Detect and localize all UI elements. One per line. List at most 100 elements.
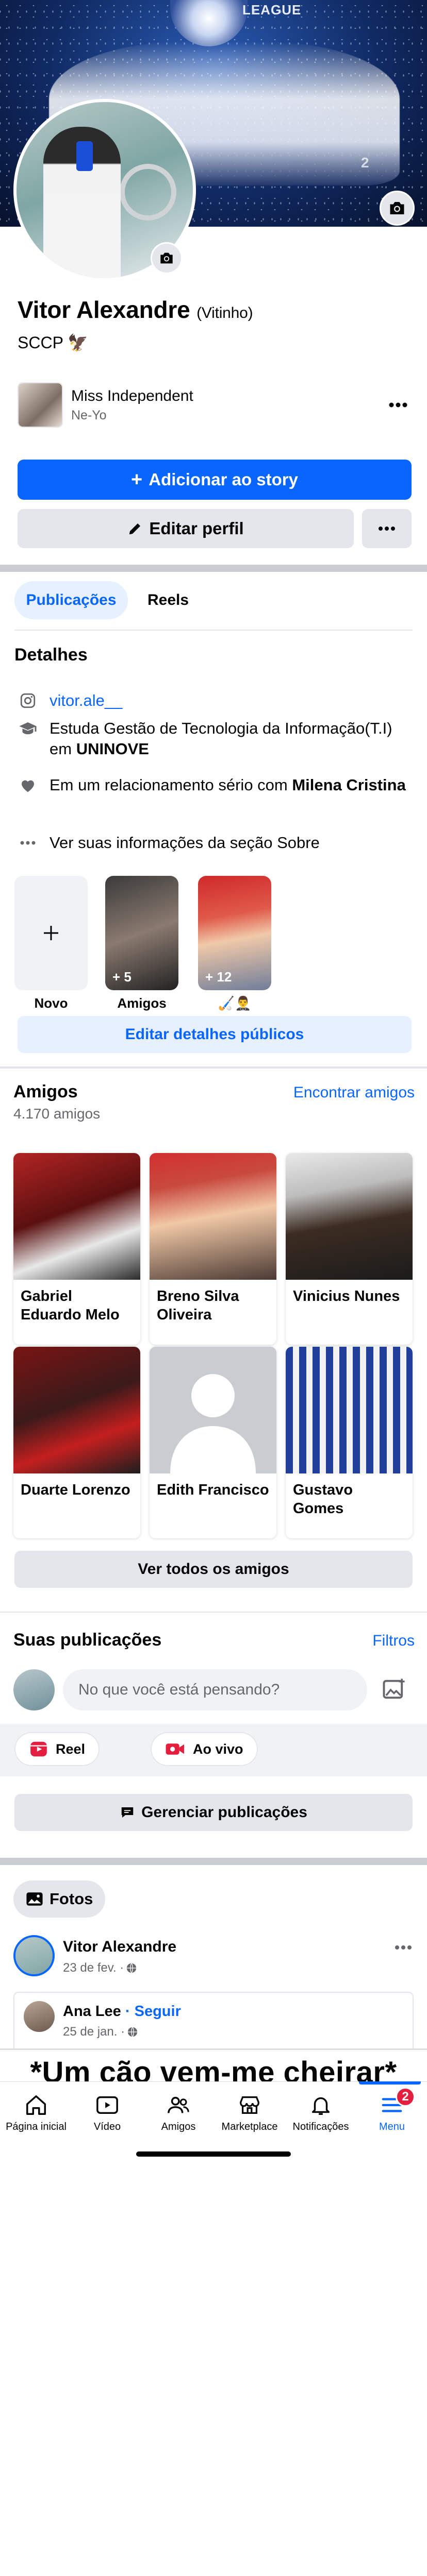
- add-story-label: Adicionar ao story: [149, 470, 298, 489]
- manage-posts-label: Gerenciar publicações: [141, 1804, 307, 1821]
- tab-menu[interactable]: 2 Menu: [356, 2087, 427, 2133]
- manage-posts-button[interactable]: Gerenciar publicações: [14, 1794, 413, 1831]
- details-heading: Detalhes: [14, 645, 88, 665]
- friend-name: Vinicius Nunes: [293, 1288, 400, 1304]
- shared-author-avatar[interactable]: [24, 2001, 55, 2032]
- reel-chip-label: Reel: [56, 1741, 86, 1757]
- post-more-button[interactable]: [388, 1932, 419, 1963]
- friend-name: Breno Silva Oliveira: [157, 1288, 239, 1323]
- section-separator: [0, 1858, 427, 1865]
- section-separator: [0, 1066, 427, 1069]
- education-school[interactable]: UNINOVE: [76, 740, 149, 758]
- friend-photo: [150, 1153, 276, 1280]
- friend-card[interactable]: Edith Francisco: [150, 1347, 276, 1538]
- composer-input[interactable]: No que você está pensando?: [63, 1669, 367, 1710]
- tab-menu-label: Menu: [379, 2121, 405, 2132]
- live-chip[interactable]: Ao vivo: [151, 1732, 258, 1766]
- see-about-row[interactable]: Ver suas informações da seção Sobre: [18, 833, 320, 853]
- instagram-link[interactable]: vitor.ale__: [50, 690, 122, 711]
- music-thumbnail[interactable]: [18, 382, 63, 428]
- pencil-icon: [129, 523, 141, 535]
- see-all-friends-button[interactable]: Ver todos os amigos: [14, 1551, 413, 1588]
- post-date: 23 de fev. ·: [63, 1961, 124, 1975]
- profile-name: Vitor Alexandre (Vitinho): [18, 296, 253, 324]
- reel-chip[interactable]: Reel: [14, 1732, 100, 1766]
- tab-marketplace-label: Marketplace: [221, 2121, 278, 2132]
- globe-icon: [127, 2027, 138, 2037]
- post-author-avatar[interactable]: [13, 1935, 55, 1976]
- more-dots-icon: [395, 1945, 412, 1950]
- shared-author-name[interactable]: Ana Lee: [63, 2003, 121, 2020]
- divider: [0, 1612, 427, 1613]
- photos-button[interactable]: Fotos: [13, 1880, 106, 1918]
- marketplace-icon: [240, 2096, 259, 2114]
- divider: [14, 630, 413, 631]
- edit-profile-label: Editar perfil: [149, 519, 244, 538]
- tab-video[interactable]: Vídeo: [71, 2093, 143, 2133]
- tab-home[interactable]: Página inicial: [0, 2093, 72, 2133]
- friend-card[interactable]: Duarte Lorenzo: [13, 1347, 140, 1538]
- music-title[interactable]: Miss Independent: [71, 387, 193, 405]
- edit-profile-button[interactable]: Editar perfil: [18, 509, 354, 548]
- friend-photo: [286, 1153, 413, 1280]
- relationship-partner[interactable]: Milena Cristina: [292, 776, 406, 794]
- filters-link[interactable]: Filtros: [372, 1632, 415, 1650]
- tab-video-label: Vídeo: [93, 2121, 121, 2132]
- menu-badge: 2: [396, 2087, 415, 2107]
- highlight-third[interactable]: + 12: [198, 876, 271, 990]
- section-separator: [0, 565, 427, 572]
- post-author-name[interactable]: Vitor Alexandre: [63, 1938, 176, 1956]
- friend-photo: [286, 1347, 413, 1473]
- photo-upload-icon[interactable]: [381, 1676, 407, 1703]
- photos-icon: [26, 1892, 43, 1906]
- avatar-phone: [76, 141, 93, 171]
- post-meta: 23 de fev. ·: [63, 1961, 137, 1975]
- avatar-bg-ring: [120, 164, 176, 221]
- friend-card[interactable]: Breno Silva Oliveira: [150, 1153, 276, 1345]
- friend-name: Gustavo Gomes: [293, 1482, 353, 1517]
- heart-icon: [18, 775, 38, 795]
- friend-name: Duarte Lorenzo: [21, 1482, 130, 1498]
- tab-friends[interactable]: Amigos: [142, 2093, 215, 2133]
- more-dots-icon: [379, 527, 395, 531]
- plus-icon: [44, 926, 58, 940]
- live-chip-label: Ao vivo: [193, 1741, 243, 1757]
- tab-notifications-label: Notificações: [292, 2121, 349, 2132]
- cover-camera-button[interactable]: [380, 191, 415, 226]
- home-indicator: [136, 2151, 291, 2157]
- highlight-amigos[interactable]: + 5: [105, 876, 178, 990]
- tab-reels[interactable]: Reels: [147, 581, 189, 619]
- shared-author-row: Ana Lee · Seguir: [63, 2003, 181, 2020]
- friend-card[interactable]: Vinicius Nunes: [286, 1153, 413, 1345]
- camera-icon: [160, 252, 173, 264]
- find-friends-link[interactable]: Encontrar amigos: [293, 1084, 415, 1101]
- edit-public-details-button[interactable]: Editar detalhes públicos: [18, 1016, 412, 1053]
- shared-post-date: 25 de jan. ·: [63, 2025, 125, 2039]
- music-more-button[interactable]: [383, 389, 414, 420]
- highlight-new-label: Novo: [34, 995, 68, 1011]
- detail-education: Estuda Gestão de Tecnologia da Informaçã…: [18, 718, 409, 759]
- home-icon: [26, 2095, 46, 2115]
- live-video-icon: [166, 1743, 184, 1755]
- default-avatar-icon: [170, 1374, 256, 1473]
- highlight-new[interactable]: [14, 876, 88, 990]
- avatar-camera-button[interactable]: [151, 242, 183, 274]
- friend-photo: [13, 1347, 140, 1473]
- detail-instagram[interactable]: vitor.ale__: [18, 690, 122, 711]
- composer-avatar[interactable]: [13, 1669, 55, 1710]
- add-story-button[interactable]: + Adicionar ao story: [18, 460, 412, 500]
- profile-bio: SCCP 🦅: [18, 333, 89, 352]
- more-dots-icon: [389, 402, 407, 408]
- friend-card[interactable]: Gustavo Gomes: [286, 1347, 413, 1538]
- tab-notifications[interactable]: Notificações: [285, 2093, 357, 2133]
- shared-post-meta: 25 de jan. ·: [63, 2025, 138, 2039]
- tab-marketplace[interactable]: Marketplace: [213, 2093, 286, 2133]
- friends-heading: Amigos: [13, 1082, 78, 1101]
- reel-icon: [30, 1741, 47, 1757]
- friends-count: 4.170 amigos: [13, 1106, 101, 1122]
- friend-card[interactable]: Gabriel Eduardo Melo: [13, 1153, 140, 1345]
- profile-more-button[interactable]: [362, 509, 412, 548]
- tab-publicacoes[interactable]: Publicações: [14, 581, 128, 619]
- follow-link[interactable]: Seguir: [135, 2003, 181, 2020]
- detail-relationship: Em um relacionamento sério com Milena Cr…: [18, 775, 409, 795]
